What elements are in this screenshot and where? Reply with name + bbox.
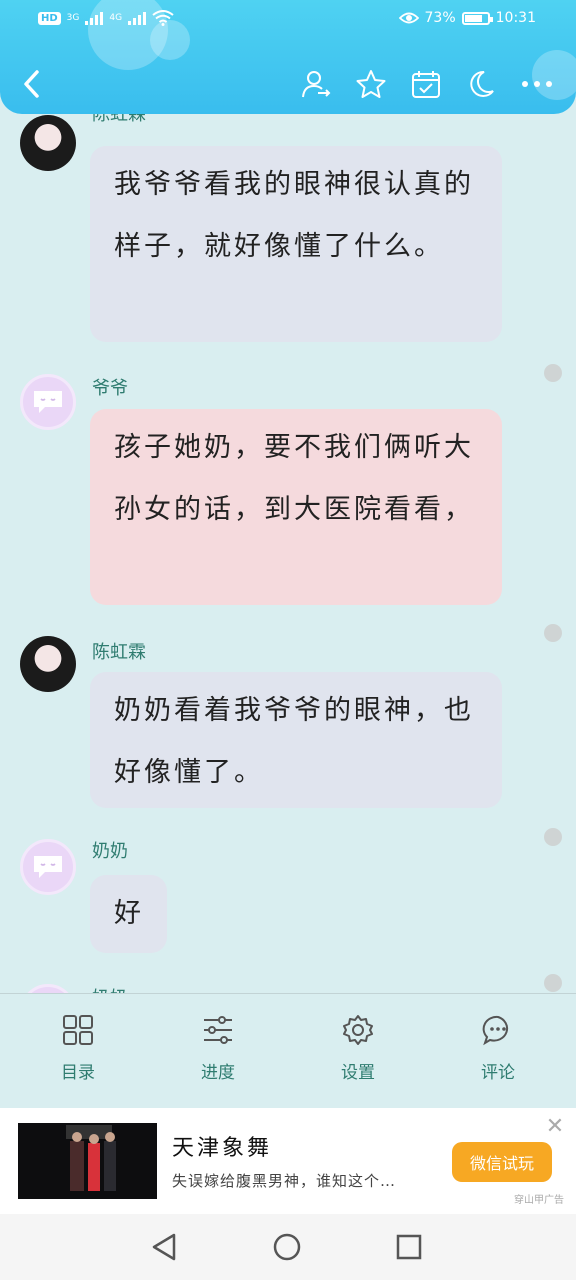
speaker-name: 爷爷 — [92, 378, 128, 399]
night-mode-button[interactable] — [461, 64, 501, 104]
ad-description: 失误嫁给腹黑男神，谁知这个… — [172, 1172, 397, 1190]
moon-icon — [470, 70, 494, 97]
favorite-button[interactable] — [351, 64, 391, 104]
nav-label: 评论 — [481, 1063, 515, 1083]
home-circle-icon[interactable] — [272, 1232, 302, 1262]
sim2-label: 4G — [109, 13, 123, 23]
nav-catalog[interactable]: 目录 — [28, 1012, 128, 1083]
ad-banner[interactable]: 天津象舞 失误嫁给腹黑男神，谁知这个… 微信试玩 ✕ 穿山甲广告 — [0, 1108, 576, 1214]
avatar — [20, 839, 76, 895]
message-bubble: 我爷爷看我的眼神很认真的样子，就好像懂了什么。 — [90, 146, 502, 342]
avatar — [20, 636, 76, 692]
chevron-left-icon — [24, 70, 39, 98]
signal-icon — [128, 11, 147, 25]
sliders-icon — [204, 1016, 232, 1044]
speaker-name: 奶奶 — [92, 841, 128, 862]
back-button[interactable] — [12, 64, 52, 104]
comment-dot[interactable] — [544, 974, 562, 992]
nav-comments[interactable]: 评论 — [448, 1012, 548, 1083]
author-button[interactable] — [296, 64, 336, 104]
message-bubble: 奶奶看着我爷爷的眼神，也好像懂了。 — [90, 672, 502, 808]
comment-dot[interactable] — [544, 624, 562, 642]
top-bar: HD 3G 4G 73% 10:31 — [0, 0, 576, 114]
system-nav-bar — [0, 1214, 576, 1280]
battery-fill — [464, 14, 483, 22]
toolbar — [0, 60, 576, 110]
wifi-icon — [152, 10, 174, 26]
gear-icon — [343, 1015, 373, 1045]
avatar — [20, 115, 76, 171]
nav-settings[interactable]: 设置 — [308, 1012, 408, 1083]
grid-icon — [63, 1015, 93, 1045]
comment-dot[interactable] — [544, 364, 562, 382]
ad-source: 穿山甲广告 — [514, 1195, 564, 1206]
chat-content[interactable]: 陈虹霖 我爷爷看我的眼神很认真的样子，就好像懂了什么。 爷爷 孩子她奶，要不我们… — [0, 114, 576, 994]
message-bubble: 好 — [90, 875, 167, 953]
chat-bubble-icon — [34, 856, 62, 878]
comment-dot[interactable] — [544, 828, 562, 846]
comment-icon — [482, 1015, 509, 1046]
battery-icon — [461, 11, 493, 25]
chat-bubble-icon — [34, 391, 62, 413]
calendar-check-icon — [412, 71, 440, 98]
ad-title: 天津象舞 — [172, 1136, 273, 1161]
nav-label: 设置 — [341, 1063, 375, 1083]
sim1-label: 3G — [66, 13, 80, 23]
ad-image — [18, 1123, 157, 1199]
nav-label: 目录 — [61, 1063, 95, 1083]
ad-thumbnail[interactable] — [18, 1123, 157, 1199]
status-bar: HD 3G 4G 73% 10:31 — [0, 0, 576, 40]
nav-progress[interactable]: 进度 — [168, 1012, 268, 1083]
avatar — [20, 374, 76, 430]
user-switch-icon — [302, 71, 331, 98]
checkin-button[interactable] — [406, 64, 446, 104]
back-triangle-icon[interactable] — [150, 1232, 178, 1262]
more-button[interactable] — [517, 64, 557, 104]
hd-badge: HD — [38, 11, 61, 25]
close-icon[interactable]: ✕ — [544, 1116, 566, 1138]
eye-icon — [398, 12, 419, 24]
recents-square-icon[interactable] — [396, 1234, 422, 1260]
bottom-nav: 目录 进度 设置 评论 — [0, 993, 576, 1109]
signal-icon — [85, 11, 104, 25]
message-bubble: 孩子她奶，要不我们俩听大孙女的话，到大医院看看， — [90, 409, 502, 605]
speaker-name: 陈虹霖 — [92, 114, 146, 125]
star-icon — [356, 70, 386, 98]
clock: 10:31 — [495, 10, 536, 26]
more-icon — [522, 81, 552, 87]
speaker-name: 陈虹霖 — [92, 642, 146, 663]
battery-percent: 73% — [424, 10, 456, 26]
ad-cta-button[interactable]: 微信试玩 — [452, 1142, 552, 1182]
nav-label: 进度 — [201, 1063, 235, 1083]
